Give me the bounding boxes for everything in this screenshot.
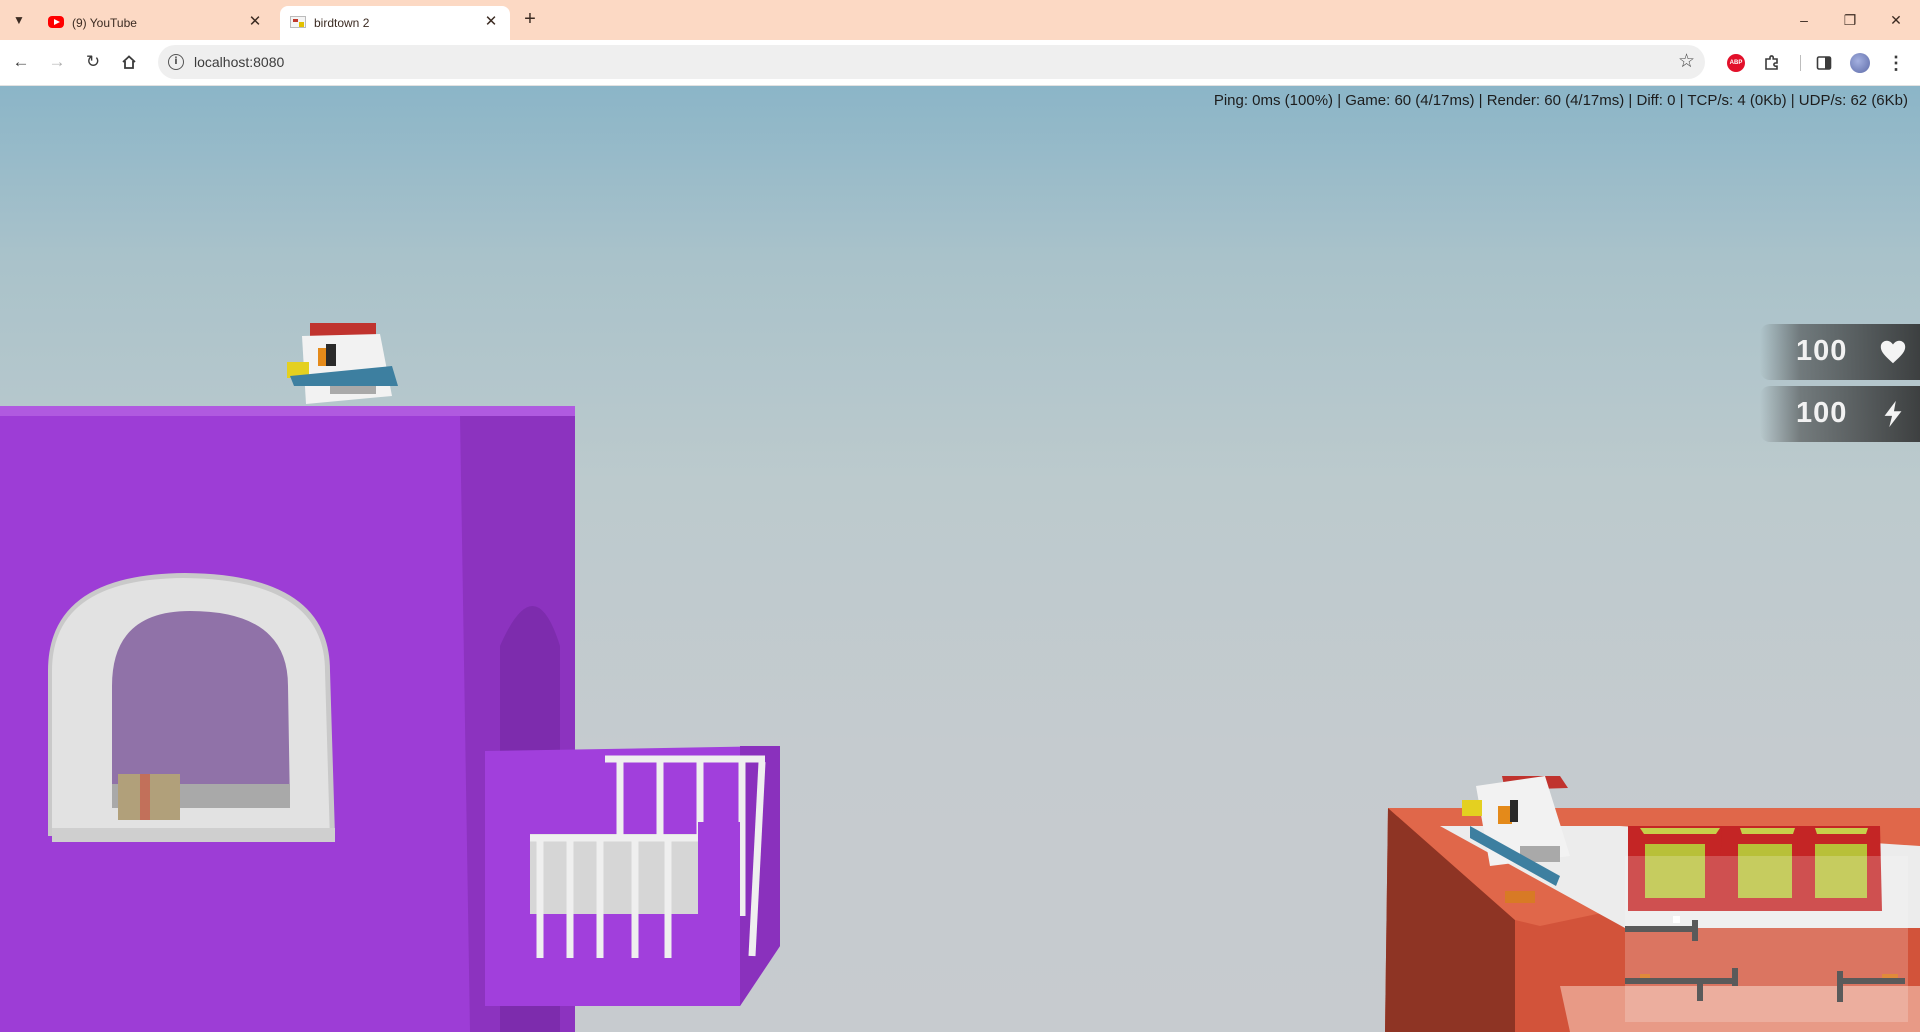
avatar [1850,53,1870,73]
debug-stats: Ping: 0ms (100%) | Game: 60 (4/17ms) | R… [1213,92,1908,109]
health-badge: 100 [1760,324,1920,380]
bird-player-left [287,323,398,404]
tab-title: (9) YouTube [72,16,137,30]
tab-search-button[interactable]: ▼ [6,7,32,33]
lightning-icon [1884,400,1902,428]
side-panel-icon [1816,56,1832,70]
puzzle-icon [1765,55,1778,70]
more-vertical-icon: ⋮ [1887,52,1905,73]
tab-title: birdtown 2 [314,16,370,30]
forward-button[interactable]: → [43,48,71,76]
chevron-down-icon: ▼ [13,13,25,27]
close-tab-icon[interactable]: ✕ [246,13,264,31]
site-info-icon[interactable]: i [168,54,184,70]
address-bar[interactable]: i localhost:8080 ☆ [158,45,1705,79]
close-window-button[interactable]: ✕ [1873,0,1919,40]
arrow-right-icon: → [48,52,66,71]
purple-building [0,406,780,1032]
health-value: 100 [1796,335,1848,367]
game-scene [0,323,1920,1032]
arched-window [48,573,335,842]
new-tab-button[interactable]: + [518,8,542,32]
restore-button[interactable]: ❐ [1827,0,1873,40]
browser-toolbar: ← → ↻ i localhost:8080 ☆ ABP ⋮ [0,40,1920,86]
close-tab-icon[interactable]: ✕ [482,13,500,31]
bookmark-star-icon[interactable]: ☆ [1678,50,1695,73]
youtube-favicon-icon [48,16,64,28]
reload-button[interactable]: ↻ [79,48,107,76]
home-button[interactable] [115,48,143,76]
tab-youtube[interactable]: (9) YouTube ✕ [38,6,274,40]
tab-strip: ▼ (9) YouTube ✕ birdtown 2 ✕ + – ❐ ✕ [0,0,1920,40]
adblock-icon: ABP [1727,54,1745,72]
adblock-extension-button[interactable]: ABP [1722,49,1750,77]
minimap [1625,856,1908,1022]
profile-button[interactable] [1846,49,1874,77]
back-button[interactable]: ← [7,48,35,76]
game-canvas[interactable]: Ping: 0ms (100%) | Game: 60 (4/17ms) | R… [0,86,1920,1032]
energy-badge: 100 [1760,386,1920,442]
birdtown-favicon-icon [290,16,306,28]
energy-value: 100 [1796,397,1848,429]
browser-menu-button[interactable]: ⋮ [1882,49,1910,77]
side-panel-button[interactable] [1810,49,1838,77]
tab-birdtown[interactable]: birdtown 2 ✕ [280,6,510,40]
arrow-left-icon: ← [12,52,30,71]
address-text[interactable]: localhost:8080 [194,54,284,70]
reload-icon: ↻ [85,52,101,71]
minimize-button[interactable]: – [1781,0,1827,40]
heart-icon [1880,340,1906,364]
extensions-button[interactable] [1758,49,1786,77]
home-icon [122,55,136,69]
toolbar-separator [1800,55,1801,71]
balcony [485,746,780,1006]
